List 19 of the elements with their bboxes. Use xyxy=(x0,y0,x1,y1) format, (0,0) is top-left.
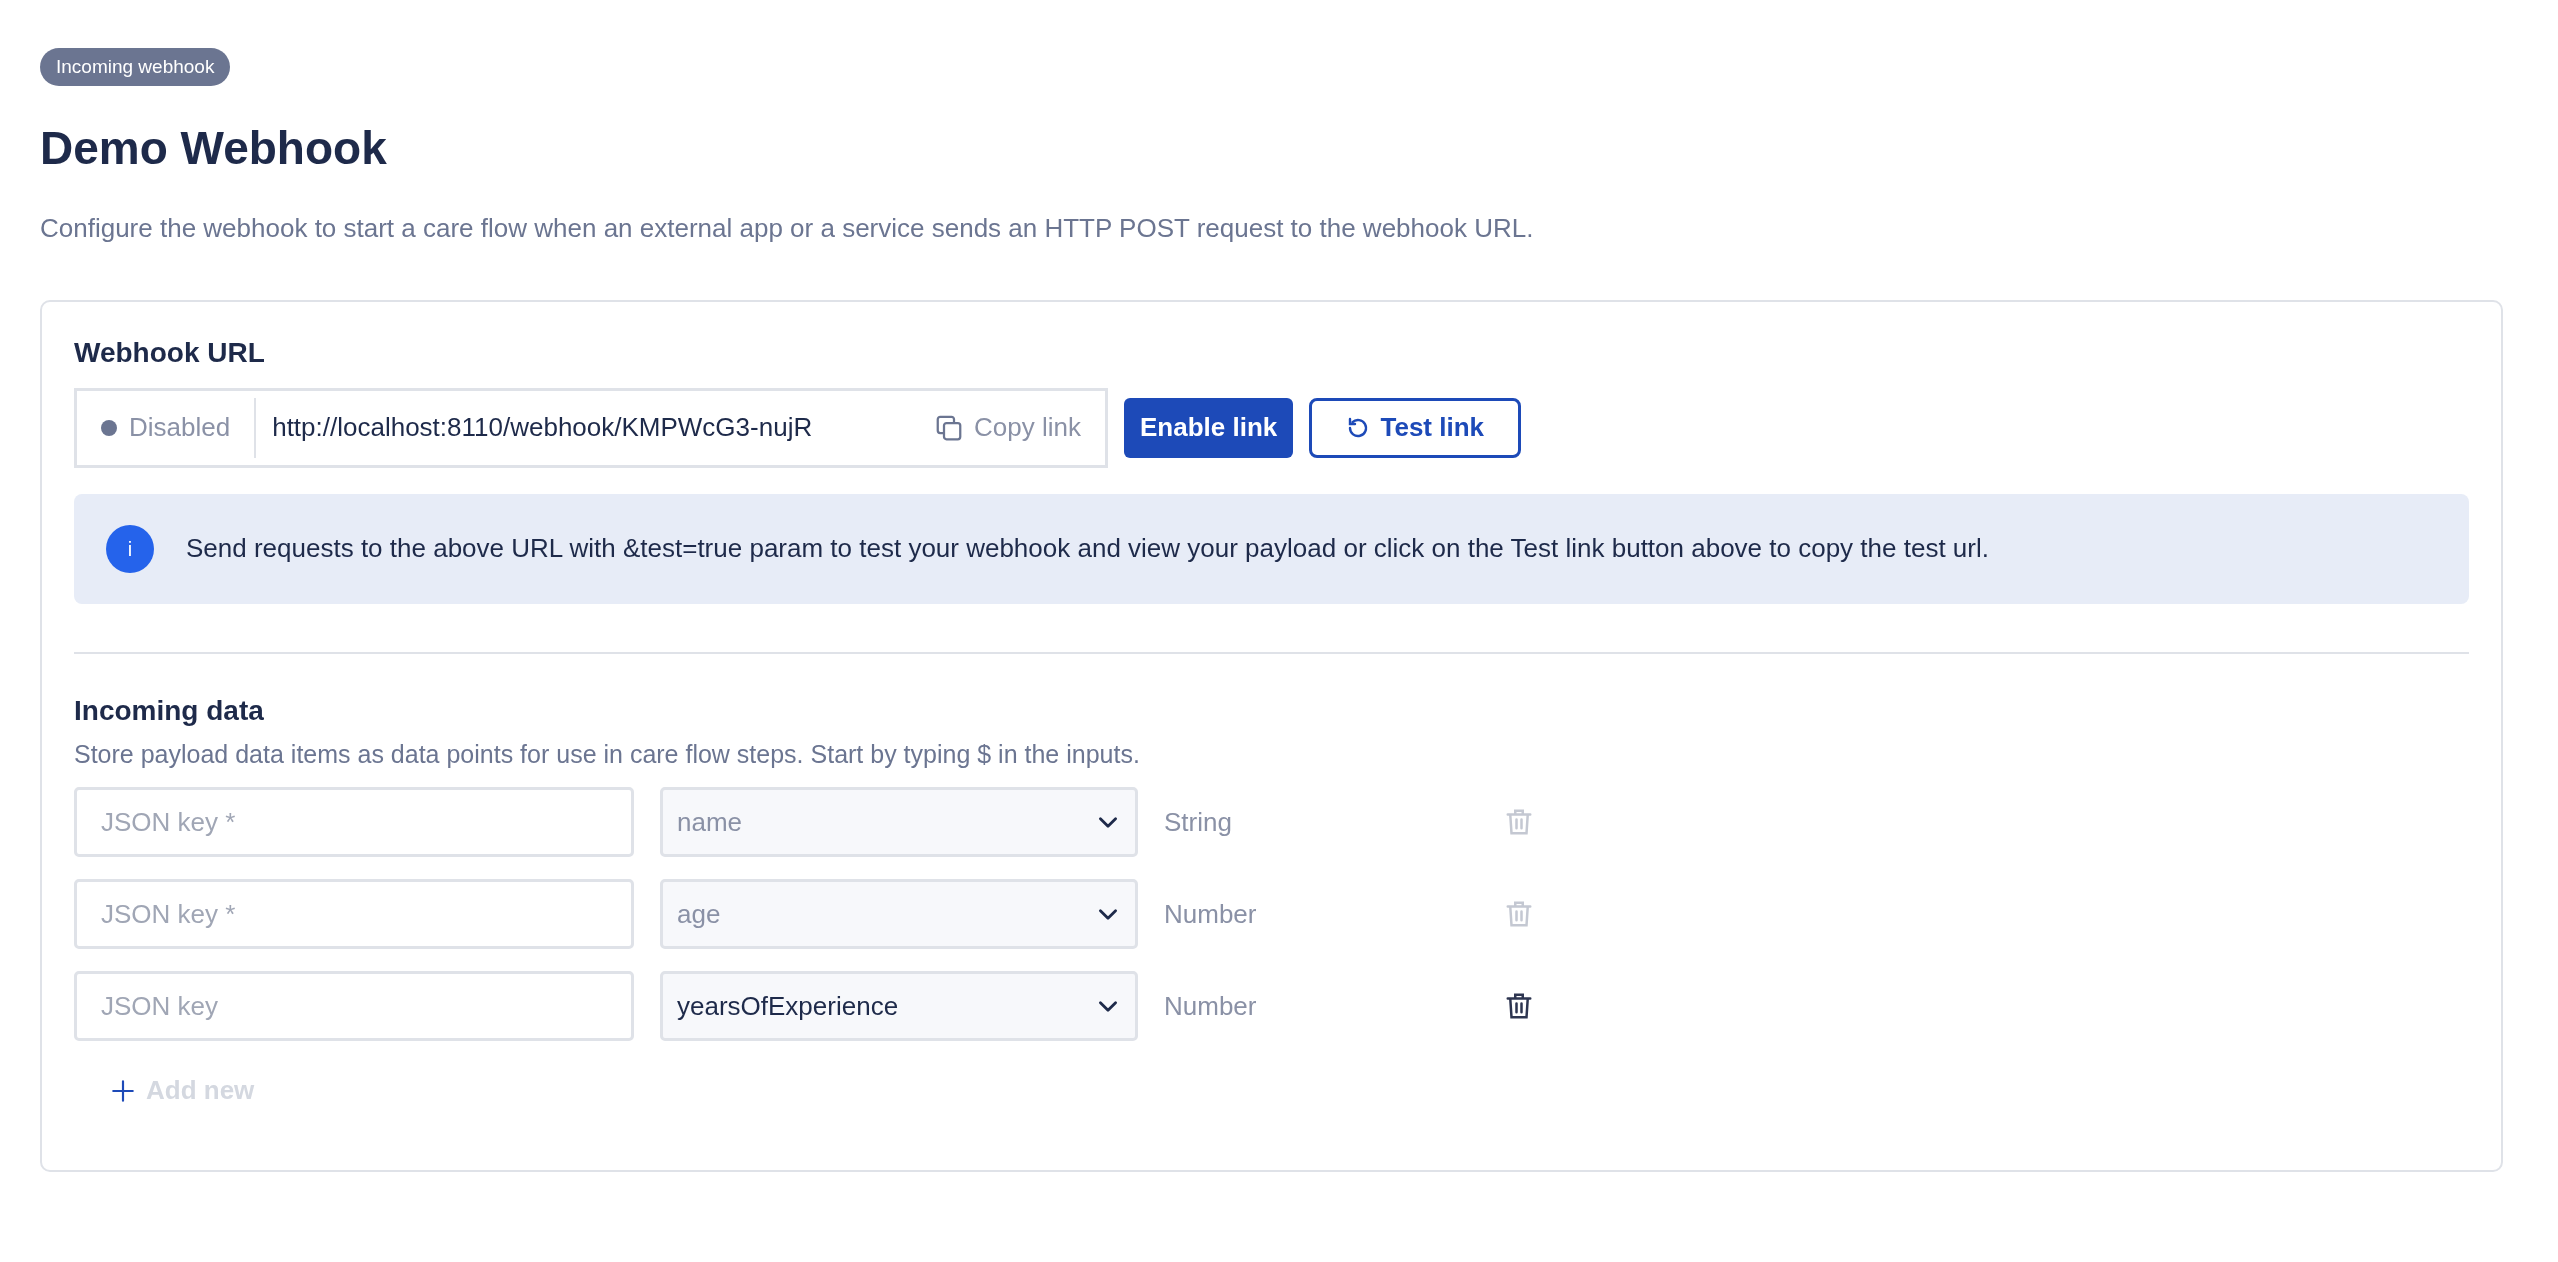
plus-icon xyxy=(110,1077,136,1104)
url-field[interactable]: Disabled http://localhost:8110/webhook/KMPWcG3-nujR Copy link xyxy=(74,387,1108,468)
enable-link-button[interactable]: Enable link xyxy=(1124,397,1294,458)
test-link-button[interactable]: Test link xyxy=(1309,397,1522,458)
page-title: Demo Webhook xyxy=(40,120,388,176)
webhook-url: http://localhost:8110/webhook/KMPWcG3-nujR xyxy=(271,411,813,445)
section-heading: Incoming data xyxy=(74,693,265,728)
info-icon: i xyxy=(106,524,154,573)
status-label: Disabled xyxy=(129,411,231,445)
data-point-dropdown[interactable]: yearsOfExperience xyxy=(660,971,1138,1042)
data-type-label: String xyxy=(1164,805,1233,839)
section-heading: Webhook URL xyxy=(74,335,266,370)
info-message: Send requests to the above URL with &test=true param to test your webhook and view your payload or click on the Test link button above to copy the test url. xyxy=(186,532,1989,566)
page-description: Configure the webhook to start a care flow when an external app or a service sends an HTTP POST request to the webhook URL. xyxy=(40,211,1535,245)
section-subtitle: Store payload data items as data points for use in care flow steps. Start by typing $ in the inputs. xyxy=(74,738,1141,770)
data-type-label: Number xyxy=(1164,989,1258,1023)
data-type-label: Number xyxy=(1164,897,1258,931)
category-badge: Incoming webhook xyxy=(40,48,231,86)
json-key-field[interactable]: JSON key xyxy=(74,971,634,1042)
